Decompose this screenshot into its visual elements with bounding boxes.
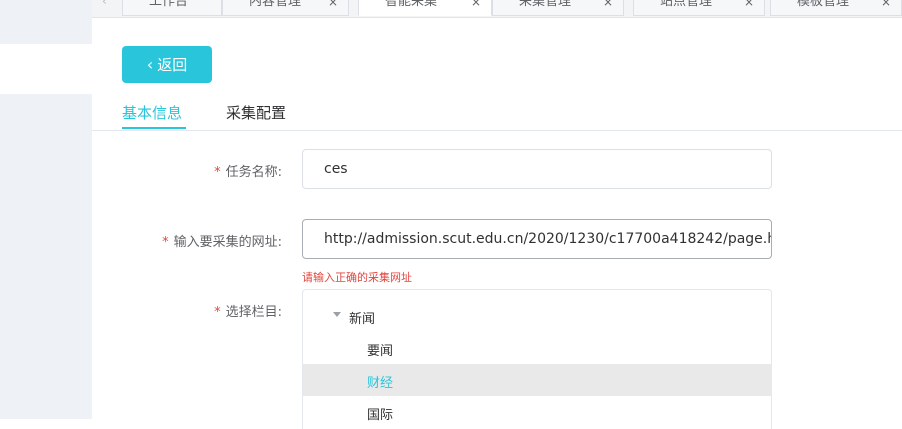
sidebar-item-2[interactable]	[0, 115, 6, 129]
url-label: * 输入要采集的网址:	[162, 231, 282, 250]
column-tree: 新闻 要闻 财经 国际	[302, 289, 772, 429]
tab-smart-collection[interactable]: 智能采集 ×	[358, 0, 492, 16]
task-name-input[interactable]: ces	[302, 149, 772, 189]
close-icon[interactable]: ×	[328, 0, 338, 10]
caret-down-icon[interactable]	[333, 312, 341, 317]
tab-label: 站点管理	[660, 0, 713, 9]
tree-node-label: 新闻	[349, 312, 376, 327]
active-tab-indicator	[122, 127, 186, 129]
tab-site-management[interactable]: 站点管理 ×	[633, 0, 765, 16]
tree-node-finance[interactable]: 财经	[303, 364, 771, 396]
close-icon[interactable]: ×	[603, 0, 613, 10]
tab-label: 内容管理	[249, 0, 302, 9]
column-label-text: 选择栏目:	[225, 305, 282, 320]
sidebar-item-3[interactable]	[0, 163, 6, 177]
back-button[interactable]: ‹ 返回	[122, 46, 212, 83]
url-input[interactable]: http://admission.scut.edu.cn/2020/1230/c…	[302, 219, 772, 259]
task-name-label-text: 任务名称:	[225, 165, 282, 180]
tab-label: 采集管理	[519, 0, 572, 9]
sidebar-item-active[interactable]	[0, 44, 92, 94]
tab-label: 智能采集	[385, 0, 438, 9]
url-error-message: 请输入正确的采集网址	[302, 271, 412, 284]
subtab-bar: 基本信息 采集配置	[92, 96, 902, 131]
tree-node-label: 国际	[367, 408, 394, 423]
tree-node-label: 财经	[367, 376, 394, 391]
tree-node-international[interactable]: 国际	[303, 396, 771, 428]
tab-content-management[interactable]: 内容管理 ×	[222, 0, 349, 16]
tab-basic-info[interactable]: 基本信息	[122, 102, 182, 123]
column-label: * 选择栏目:	[214, 301, 282, 320]
tab-workbench[interactable]: 工作台	[122, 0, 222, 16]
required-mark: *	[214, 165, 221, 180]
sidebar-item-5[interactable]	[0, 262, 6, 276]
sidebar	[0, 0, 92, 419]
tab-template-management[interactable]: 模板管理 ×	[770, 0, 902, 16]
close-icon[interactable]: ×	[471, 0, 481, 10]
tab-scroll-left-icon[interactable]: ‹	[102, 0, 107, 8]
chevron-left-icon: ‹	[146, 54, 154, 74]
tree-node-headlines[interactable]: 要闻	[303, 332, 771, 364]
tab-label: 工作台	[149, 0, 189, 9]
tab-collection-config[interactable]: 采集配置	[226, 102, 286, 123]
close-icon[interactable]: ×	[744, 0, 754, 10]
close-icon[interactable]: ×	[881, 0, 891, 10]
back-label: 返回	[157, 56, 188, 74]
tab-label: 模板管理	[797, 0, 850, 9]
required-mark: *	[214, 305, 221, 320]
tab-bar: ‹ 工作台 内容管理 × 智能采集 × 采集管理 × 站点管理 × 模板管理 ×	[92, 0, 902, 18]
tree-node-label: 要闻	[367, 344, 394, 359]
tree-node-news[interactable]: 新闻	[303, 300, 771, 332]
required-mark: *	[162, 235, 169, 250]
sidebar-item-4[interactable]	[0, 212, 6, 226]
task-name-label: * 任务名称:	[214, 161, 282, 180]
sidebar-item-1[interactable]	[0, 62, 6, 76]
tab-collection-management[interactable]: 采集管理 ×	[492, 0, 624, 16]
url-label-text: 输入要采集的网址:	[173, 235, 282, 250]
